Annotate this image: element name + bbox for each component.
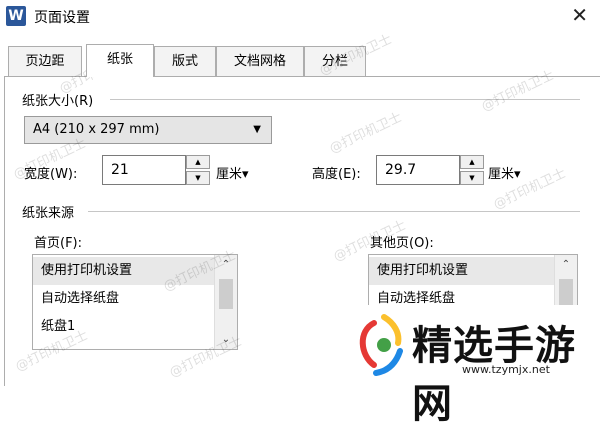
paper-size-section-label: 纸张大小(R) [22,90,98,109]
dropdown-caret-icon: ▼ [253,124,261,135]
tab-document-grid[interactable]: 文档网格 [216,46,304,76]
spin-down-icon[interactable]: ▼ [460,171,484,185]
title-bar: W 页面设置 ✕ [0,0,600,34]
site-brand: 精选手游网 www.tzymjx.net [350,305,600,427]
scroll-up-icon[interactable]: ⌃ [555,259,577,270]
tab-margins[interactable]: 页边距 [8,46,82,76]
spin-down-icon[interactable]: ▼ [186,171,210,185]
tab-columns[interactable]: 分栏 [304,46,366,76]
paper-size-value: A4 (210 x 297 mm) [33,122,160,137]
list-item[interactable]: 使用打印机设置 [369,257,555,285]
tab-bar: 页边距 纸张 版式 文档网格 分栏 [0,44,600,77]
brand-url: www.tzymjx.net [462,363,550,376]
dialog-title: 页面设置 [34,10,90,26]
brand-logo-icon [359,314,403,376]
list-item[interactable]: 自动选择纸盘 [33,285,215,313]
first-page-label: 首页(F): [34,236,83,251]
wps-writer-icon: W [6,6,26,26]
height-unit-select[interactable]: 厘米▾ [488,163,521,182]
width-label: 宽度(W): [24,167,78,182]
width-unit-select[interactable]: 厘米▾ [216,163,249,182]
close-icon[interactable]: ✕ [571,3,588,27]
first-page-listbox[interactable]: 使用打印机设置 自动选择纸盘 纸盘1 ⌃ ⌄ [32,254,238,350]
scroll-thumb[interactable] [219,279,233,309]
paper-size-select[interactable]: A4 (210 x 297 mm) ▼ [24,116,272,144]
list-item[interactable]: 使用打印机设置 [33,257,215,285]
height-spinner[interactable]: ▲ ▼ [460,155,484,185]
scroll-down-icon[interactable]: ⌄ [215,334,237,345]
width-spinner[interactable]: ▲ ▼ [186,155,210,185]
other-pages-label: 其他页(O): [370,236,434,251]
tab-paper[interactable]: 纸张 [86,44,154,77]
first-page-scrollbar[interactable]: ⌃ ⌄ [214,255,237,349]
height-label: 高度(E): [312,167,361,182]
spin-up-icon[interactable]: ▲ [460,155,484,169]
paper-source-section-label: 纸张来源 [22,202,79,221]
spin-up-icon[interactable]: ▲ [186,155,210,169]
section-divider [110,99,580,100]
width-input[interactable]: 21 [102,155,186,185]
tab-layout[interactable]: 版式 [154,46,216,76]
section-divider [88,211,580,212]
height-input[interactable]: 29.7 [376,155,460,185]
scroll-up-icon[interactable]: ⌃ [215,259,237,270]
list-item[interactable]: 纸盘1 [33,313,215,341]
